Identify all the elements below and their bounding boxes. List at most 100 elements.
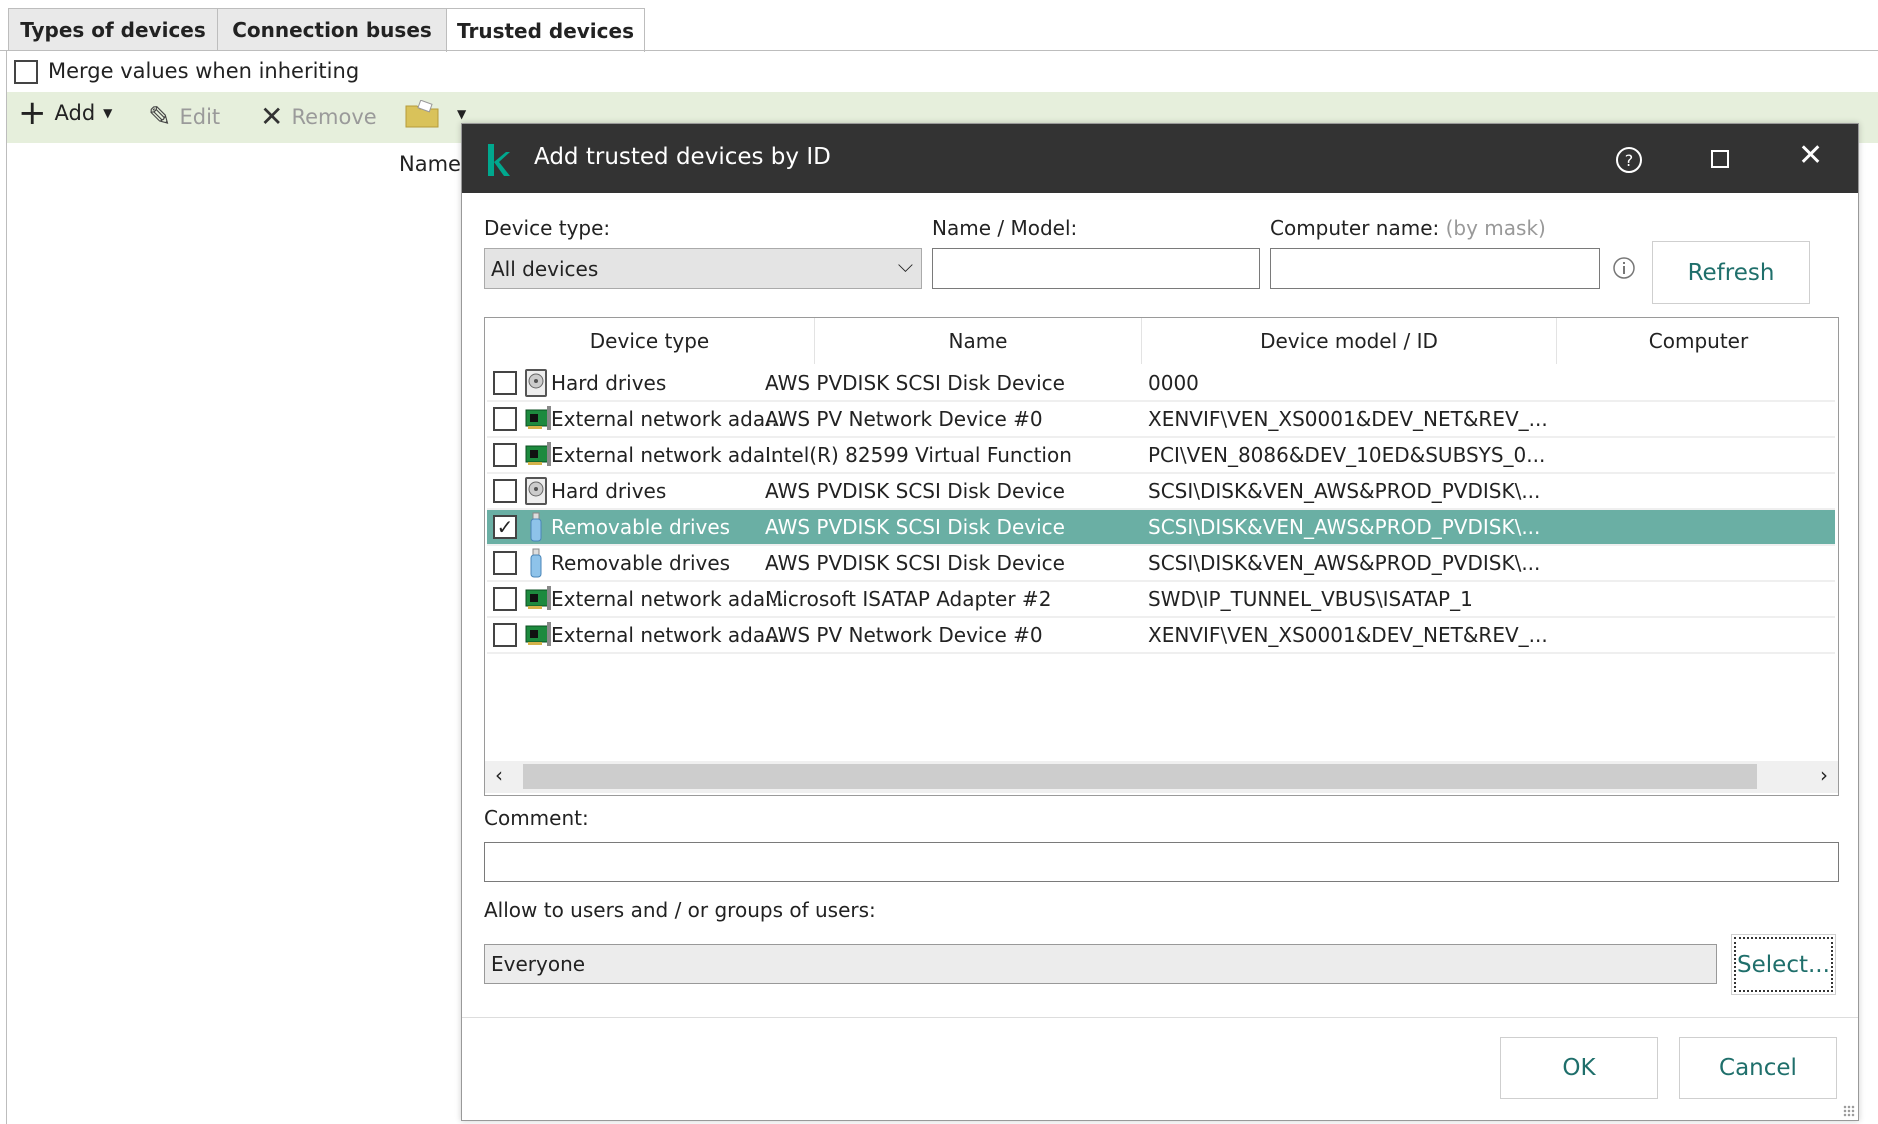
edit-label: Edit: [179, 104, 221, 129]
cell-device-id: SCSI\DISK&VEN_AWS&PROD_PVDISK\...: [1148, 551, 1541, 575]
close-icon: ✕: [260, 100, 284, 133]
row-checkbox[interactable]: [493, 479, 517, 503]
kaspersky-logo-icon: [488, 144, 510, 176]
device-type-label: Device type:: [484, 216, 611, 240]
pencil-icon: ✎: [148, 100, 172, 133]
dialog-titlebar: Add trusted devices by ID ? ✕: [462, 124, 1858, 193]
cell-name: AWS PV Network Device #0: [765, 407, 1043, 431]
column-header-device-model[interactable]: Device model / ID: [1142, 318, 1557, 364]
scrollbar-thumb[interactable]: [523, 764, 1757, 789]
resize-grip[interactable]: [1843, 1105, 1855, 1117]
row-checkbox[interactable]: ✓: [493, 515, 517, 539]
chevron-down-icon: ▼: [103, 106, 113, 120]
table-row[interactable]: External network ada... AWS PV Network De…: [487, 618, 1835, 654]
cell-device-id: SCSI\DISK&VEN_AWS&PROD_PVDISK\...: [1148, 515, 1541, 539]
row-checkbox[interactable]: [493, 587, 517, 611]
tab-divider: [0, 50, 1878, 51]
tab-connection-buses[interactable]: Connection buses: [217, 8, 447, 51]
info-icon[interactable]: [1612, 256, 1636, 280]
refresh-button[interactable]: Refresh: [1652, 241, 1810, 304]
cell-computer: [1562, 366, 1832, 400]
cell-device-id: XENVIF\VEN_XS0001&DEV_NET&REV_...: [1148, 407, 1548, 431]
row-checkbox[interactable]: [493, 551, 517, 575]
name-model-input[interactable]: [932, 248, 1260, 289]
table-row[interactable]: External network ada... Intel(R) 82599 Vi…: [487, 438, 1835, 474]
panel-border: [6, 50, 7, 1124]
computer-name-label-text: Computer name:: [1270, 216, 1440, 240]
row-checkbox[interactable]: [493, 407, 517, 431]
merge-values-label: Merge values when inheriting: [48, 59, 360, 83]
tab-trusted-devices[interactable]: Trusted devices: [446, 8, 645, 52]
cell-computer: [1562, 582, 1832, 616]
table-row[interactable]: Removable drives AWS PVDISK SCSI Disk Dev…: [487, 546, 1835, 582]
horizontal-scrollbar[interactable]: ‹ ›: [485, 761, 1838, 793]
comment-label: Comment:: [484, 806, 589, 830]
hard-drive-icon: [523, 368, 549, 398]
select-users-button[interactable]: Select...: [1731, 934, 1836, 995]
remove-label: Remove: [291, 104, 377, 129]
computer-name-hint: (by mask): [1445, 216, 1546, 240]
tab-types-of-devices[interactable]: Types of devices: [8, 8, 218, 51]
help-icon[interactable]: ?: [1614, 145, 1644, 175]
allowed-users-field: Everyone: [484, 944, 1717, 984]
cell-computer: [1562, 510, 1832, 544]
device-type-value: All devices: [491, 256, 599, 281]
add-label: Add: [54, 101, 96, 125]
table-row[interactable]: ✓ Removable drives AWS PVDISK SCSI Disk De…: [487, 510, 1835, 546]
usb-drive-icon: [523, 548, 549, 578]
cell-name: AWS PV Network Device #0: [765, 623, 1043, 647]
table-row[interactable]: Hard drives AWS PVDISK SCSI Disk Device 00…: [487, 366, 1835, 402]
remove-button[interactable]: ✕ Remove: [260, 100, 377, 133]
cell-name: Microsoft ISATAP Adapter #2: [765, 587, 1052, 611]
add-button[interactable]: + Add ▼: [18, 96, 113, 130]
cell-computer: [1562, 546, 1832, 580]
folder-menu-button[interactable]: ▼: [405, 100, 466, 128]
cell-computer: [1562, 474, 1832, 508]
cell-device-id: SWD\IP_TUNNEL_VBUS\ISATAP_1: [1148, 587, 1473, 611]
svg-text:?: ?: [1625, 151, 1634, 170]
table-row[interactable]: External network ada... AWS PV Network De…: [487, 402, 1835, 438]
network-adapter-icon: [523, 584, 551, 614]
row-checkbox[interactable]: [493, 371, 517, 395]
cell-device-id: 0000: [1148, 371, 1199, 395]
comment-input[interactable]: [484, 842, 1839, 882]
footer-divider: [462, 1017, 1858, 1018]
edit-button[interactable]: ✎ Edit: [148, 100, 220, 133]
cell-name: AWS PVDISK SCSI Disk Device: [765, 479, 1065, 503]
table-row[interactable]: External network ada... Microsoft ISATAP …: [487, 582, 1835, 618]
merge-values-checkbox[interactable]: [14, 60, 38, 84]
allow-users-label: Allow to users and / or groups of users:: [484, 898, 876, 922]
dialog-title: Add trusted devices by ID: [534, 144, 831, 170]
cell-name: AWS PVDISK SCSI Disk Device: [765, 371, 1065, 395]
column-header-name[interactable]: Name: [815, 318, 1142, 364]
usb-drive-icon: [523, 512, 549, 542]
cancel-button[interactable]: Cancel: [1679, 1037, 1837, 1099]
computer-name-input[interactable]: [1270, 248, 1600, 289]
hard-drive-icon: [523, 476, 549, 506]
cell-name: AWS PVDISK SCSI Disk Device: [765, 551, 1065, 575]
cell-device-id: XENVIF\VEN_XS0001&DEV_NET&REV_...: [1148, 623, 1548, 647]
table-row[interactable]: Hard drives AWS PVDISK SCSI Disk Device SC…: [487, 474, 1835, 510]
folder-icon: [405, 100, 439, 128]
computer-name-label: Computer name: (by mask): [1270, 216, 1546, 240]
ok-button[interactable]: OK: [1500, 1037, 1658, 1099]
cell-computer: [1562, 402, 1832, 436]
chevron-down-icon: ⌵: [897, 253, 913, 277]
device-type-select[interactable]: All devices ⌵: [484, 248, 922, 289]
row-checkbox[interactable]: [493, 443, 517, 467]
cell-computer: [1562, 618, 1832, 652]
column-header-computer[interactable]: Computer: [1557, 318, 1838, 364]
scroll-right-icon[interactable]: ›: [1820, 763, 1828, 787]
name-column-header: Name: [399, 152, 461, 176]
cell-name: Intel(R) 82599 Virtual Function: [765, 443, 1072, 467]
cell-computer: [1562, 438, 1832, 472]
maximize-icon[interactable]: [1711, 150, 1729, 168]
close-icon[interactable]: ✕: [1798, 138, 1823, 173]
cell-device-id: PCI\VEN_8086&DEV_10ED&SUBSYS_0...: [1148, 443, 1546, 467]
scroll-left-icon[interactable]: ‹: [495, 763, 503, 787]
cell-device-id: SCSI\DISK&VEN_AWS&PROD_PVDISK\...: [1148, 479, 1541, 503]
column-header-device-type[interactable]: Device type: [485, 318, 815, 364]
row-checkbox[interactable]: [493, 623, 517, 647]
network-adapter-icon: [523, 404, 551, 434]
chevron-down-icon: ▼: [457, 107, 467, 121]
